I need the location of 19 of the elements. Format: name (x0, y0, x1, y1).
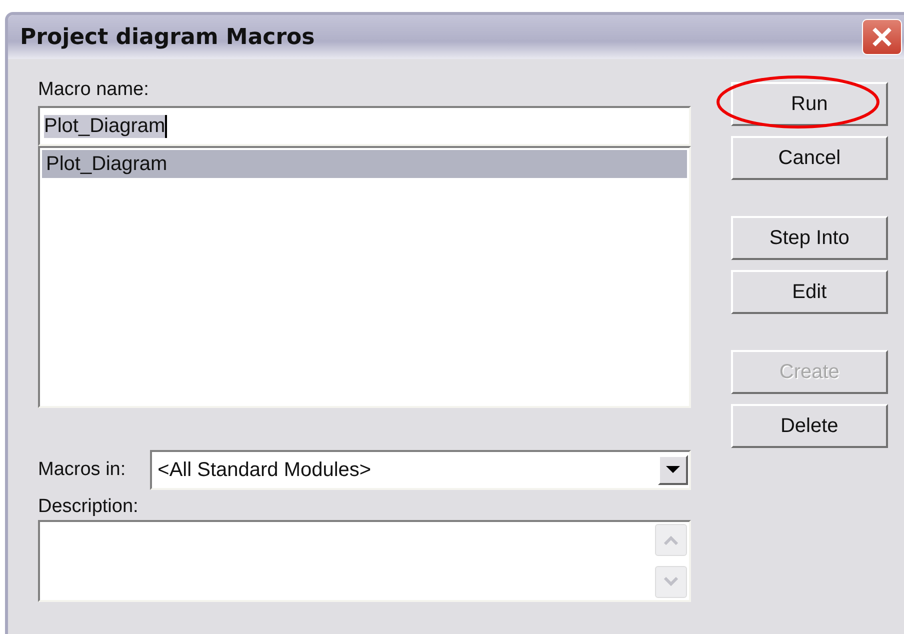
close-icon (870, 25, 894, 49)
chevron-up-icon (662, 535, 679, 545)
dropdown-button[interactable] (658, 455, 688, 485)
field-label: Macro name: (38, 79, 150, 101)
list-item[interactable]: Plot_Diagram (42, 150, 687, 178)
macro-name-field[interactable]: Plot_Diagram (38, 106, 691, 146)
field-label: Description: (38, 496, 140, 518)
dialog-button[interactable]: Delete (730, 404, 888, 448)
chevron-down-icon (662, 577, 679, 587)
macros-in-dropdown[interactable]: <All Standard Modules> (150, 450, 691, 490)
dialog-button[interactable]: Step Into (730, 216, 888, 260)
dialog-button[interactable]: Edit (730, 270, 888, 314)
dialog-button[interactable]: Run (730, 82, 888, 126)
field-label: Macros in: (38, 459, 126, 481)
dialog-button[interactable]: Cancel (730, 136, 888, 180)
window-title: Project diagram Macros (20, 24, 315, 50)
close-button[interactable] (862, 19, 902, 55)
dropdown-value: <All Standard Modules> (158, 458, 372, 482)
caret-icon (666, 466, 680, 474)
